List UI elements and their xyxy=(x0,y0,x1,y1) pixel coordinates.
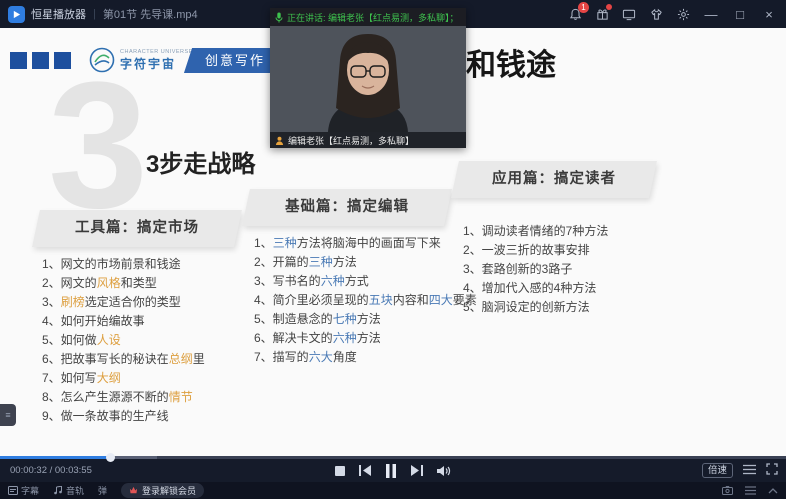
brand-square xyxy=(54,52,71,69)
time-display: 00:00:32 / 00:03:55 xyxy=(10,459,92,482)
person-icon xyxy=(275,136,284,145)
list-item: 3、刷榜选定适合你的类型 xyxy=(42,293,205,312)
player-window: 恒星播放器 | 第01节 先导课.mp4 1 — □ × xyxy=(0,0,786,499)
list-item: 5、如何做人设 xyxy=(42,331,205,350)
stop-button[interactable] xyxy=(335,466,345,476)
speed-button[interactable]: 倍速 xyxy=(702,463,733,478)
gift-icon[interactable] xyxy=(594,6,610,22)
microphone-icon xyxy=(275,12,283,23)
list-item: 2、网文的风格和类型 xyxy=(42,274,205,293)
list-item: 3、写书名的六种方式 xyxy=(254,272,477,291)
list-item: 1、调动读者情绪的7种方法 xyxy=(463,222,608,241)
list-item: 5、脑洞设定的创新方法 xyxy=(463,298,608,317)
speaking-indicator-bar: 正在讲话: 编辑老张【红点易测，多私聊】； xyxy=(270,8,466,26)
application-list: 1、调动读者情绪的7种方法2、一波三折的故事安排3、套路创新的3路子4、增加代入… xyxy=(463,222,608,317)
next-button[interactable] xyxy=(411,465,423,476)
universe-logo-icon xyxy=(88,46,116,74)
speaking-text: 正在讲话: 编辑老张【红点易测，多私聊】； xyxy=(287,11,459,24)
audio-track-toggle[interactable]: 音轨 xyxy=(53,484,84,497)
list-item: 1、网文的市场前景和钱途 xyxy=(42,255,205,274)
skin-icon[interactable] xyxy=(648,6,664,22)
list-item: 3、套路创新的3路子 xyxy=(463,260,608,279)
webcam-video-feed xyxy=(270,26,466,132)
list-item: 7、如何写大纲 xyxy=(42,369,205,388)
basics-list: 1、三种方法将脑海中的画面写下来2、开篇的三种方法3、写书名的六种方式4、简介里… xyxy=(254,234,477,367)
volume-icon[interactable] xyxy=(437,465,451,477)
close-button[interactable]: × xyxy=(760,7,778,22)
list-item: 6、解决卡文的六种方法 xyxy=(254,329,477,348)
cast-icon[interactable] xyxy=(621,6,637,22)
strategy-heading: 3步走战略 xyxy=(146,144,255,179)
subtitle-toggle[interactable]: 字幕 xyxy=(8,484,39,497)
brand-block: CHARACTER UNIVERSE 字符宇宙 xyxy=(10,46,193,74)
card-basics: 基础篇：搞定编辑 xyxy=(246,189,448,226)
list-item: 8、怎么产生源源不断的情节 xyxy=(42,388,205,407)
brand-square xyxy=(10,52,27,69)
webcam-name-bar: 编辑老张【红点易测，多私聊】 xyxy=(270,132,466,148)
player-footer: 00:00:32 / 00:03:55 倍速 xyxy=(0,456,786,499)
list-item: 2、开篇的三种方法 xyxy=(254,253,477,272)
list-item: 4、如何开始编故事 xyxy=(42,312,205,331)
tools-list: 1、网文的市场前景和钱途2、网文的风格和类型3、刷榜选定适合你的类型4、如何开始… xyxy=(42,255,205,426)
card-application: 应用篇：搞定读者 xyxy=(455,161,653,198)
list-item: 2、一波三折的故事安排 xyxy=(463,241,608,260)
controls-row: 00:00:32 / 00:03:55 倍速 xyxy=(0,459,786,482)
list-item: 4、增加代入感的4种方法 xyxy=(463,279,608,298)
app-name: 恒星播放器 xyxy=(31,6,86,22)
card-tools: 工具篇：搞定市场 xyxy=(36,210,238,247)
speaker-name: 编辑老张【红点易测，多私聊】 xyxy=(288,134,414,147)
list-item: 1、三种方法将脑海中的画面写下来 xyxy=(254,234,477,253)
screenshot-icon[interactable] xyxy=(722,486,733,495)
list-item: 4、简介里必须呈现的五块内容和四大要素 xyxy=(254,291,477,310)
logo-chinese-text: 字符宇宙 xyxy=(120,55,193,72)
logo-english-text: CHARACTER UNIVERSE xyxy=(120,49,193,55)
gift-badge-dot xyxy=(606,4,612,10)
titlebar-divider: | xyxy=(93,8,96,20)
fullscreen-icon[interactable] xyxy=(766,462,778,480)
bottom-strip: 字幕 音轨 弹 登录解锁会员 xyxy=(0,482,786,499)
notification-bell-icon[interactable]: 1 xyxy=(567,6,583,22)
course-tag: 创意写作 xyxy=(188,48,282,73)
sidebar-handle[interactable]: ≡ xyxy=(0,404,16,426)
watermark-number: 3 xyxy=(48,56,148,236)
playlist-icon[interactable] xyxy=(743,462,756,480)
slide-heading-partial: 和钱途 xyxy=(466,40,556,84)
list-item: 6、把故事写长的秘诀在总纲里 xyxy=(42,350,205,369)
pause-button[interactable] xyxy=(385,464,397,478)
vip-icon xyxy=(129,486,138,495)
danmaku-toggle[interactable]: 弹 xyxy=(98,484,107,497)
maximize-button[interactable]: □ xyxy=(731,7,749,22)
minimize-button[interactable]: — xyxy=(702,7,720,22)
list-panel-icon[interactable] xyxy=(745,486,756,495)
list-item: 7、描写的六大角度 xyxy=(254,348,477,367)
login-vip-button[interactable]: 登录解锁会员 xyxy=(121,483,204,498)
settings-gear-icon[interactable] xyxy=(675,6,691,22)
app-logo-icon xyxy=(8,6,25,23)
brand-square xyxy=(32,52,49,69)
previous-button[interactable] xyxy=(359,465,371,476)
file-name: 第01节 先导课.mp4 xyxy=(103,6,198,22)
chevron-up-icon[interactable] xyxy=(768,488,778,494)
list-item: 5、制造悬念的七种方法 xyxy=(254,310,477,329)
notification-badge: 1 xyxy=(578,2,589,13)
webcam-overlay: 正在讲话: 编辑老张【红点易测，多私聊】； 编辑老张【红点易测，多私聊】 xyxy=(270,8,466,148)
list-item: 9、做一条故事的生产线 xyxy=(42,407,205,426)
